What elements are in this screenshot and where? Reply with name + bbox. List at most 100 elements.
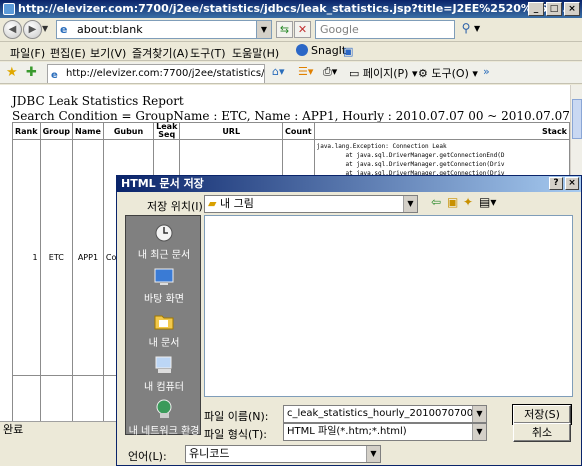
address-input[interactable]: e about:blank ▼ [56,20,272,39]
place-recent[interactable]: 내 최근 문서 [126,222,202,261]
my-documents-icon [154,315,174,330]
snagit-icon [296,44,308,56]
col-name: Name [72,122,104,140]
feeds-icon[interactable]: ☰▾ [298,65,313,78]
tools-menu[interactable]: ⚙ 도구(O) ▾ [418,65,478,81]
report-title: JDBC Leak Statistics Report [12,94,184,108]
print-icon[interactable]: ⎙▾ [323,65,337,79]
my-computer-icon [155,356,172,373]
back-arrow-icon[interactable]: ⇦ [431,195,441,209]
save-button[interactable]: 저장(S) [512,404,572,425]
favorites-star-icon[interactable]: ★ [6,65,18,80]
dialog-titlebar: HTML 문서 저장 ? × [117,176,581,192]
place-my-computer-label: 내 컴퓨터 [144,382,184,393]
filetype-label: 파일 형식(T): [204,428,267,441]
address-bar: ◀ ▶ ▼ e about:blank ▼ ⇆ ✕ Google ⚲ ▼ [0,18,582,42]
tab-current[interactable]: e http://elevizer.com:7700/j2ee/statisti… [47,64,265,83]
menu-bar: 파일(F) 편집(E) 보기(V) 즐겨찾기(A) 도구(T) 도움말(H) S… [0,43,582,61]
menu-help[interactable]: 도움말(H) [232,45,279,61]
filename-label: 파일 이름(N): [204,410,269,423]
col-stack: Stack [313,122,570,140]
minimize-button[interactable]: _ [528,2,544,16]
chevron-down-icon[interactable]: ▼ [366,446,380,462]
help-button[interactable]: ? [549,177,563,190]
network-icon [156,399,172,418]
recent-docs-icon [155,224,173,242]
chevron-down-icon[interactable]: ▼ [42,24,48,33]
place-network-label: 내 네트워크 환경 [128,426,200,437]
encoding-label: 언어(L): [128,450,167,463]
save-in-select[interactable]: ▰ 내 그림 ▼ [204,195,418,213]
home-icon[interactable]: ⌂▾ [272,65,285,78]
back-icon[interactable]: ◀ [3,20,22,39]
stop-icon[interactable]: ✕ [294,21,311,38]
cancel-button[interactable]: 취소 [513,423,571,442]
ie-icon [3,3,15,15]
save-dialog: HTML 문서 저장 ? × 저장 위치(I): ▰ 내 그림 ▼ ⇦ ▣ ✦ … [116,175,582,466]
report-condition: Search Condition = GroupName : ETC, Name… [12,109,570,123]
forward-icon[interactable]: ▶ [23,20,42,39]
refresh-icon[interactable]: ⇆ [276,21,293,38]
file-list[interactable] [204,215,573,397]
place-network[interactable]: 내 네트워크 환경 [126,398,202,437]
snagit-button[interactable]: SnagIt [296,44,346,57]
place-desktop-label: 바탕 화면 [144,294,184,305]
col-group: Group [39,122,74,140]
maximize-button[interactable]: □ [546,2,562,16]
table-header-row: Rank Group Name Gubun Leak Seq URL Count… [12,122,570,140]
place-my-documents-label: 내 문서 [148,338,180,349]
add-favorite-icon[interactable]: ✚ [26,65,37,80]
tools-menu-label: 도구(O) [431,67,469,80]
chevron-down-icon[interactable]: ▼ [403,196,417,212]
menu-favorites[interactable]: 즐겨찾기(A) [132,45,189,61]
scroll-thumb[interactable] [572,99,582,139]
place-my-computer[interactable]: 내 컴퓨터 [126,354,202,393]
place-my-documents[interactable]: 내 문서 [126,310,202,349]
desktop-icon [154,268,174,285]
filetype-select[interactable]: HTML 파일(*.htm;*.html) ▼ [283,423,487,441]
save-in-value: 내 그림 [219,197,254,210]
place-desktop[interactable]: 바탕 화면 [126,266,202,305]
ie-page-icon: e [51,70,58,81]
col-leak-seq: Leak Seq [153,122,181,140]
col-count: Count [282,122,315,140]
menu-file[interactable]: 파일(F) [10,45,45,61]
cell-name: APP1 [72,139,104,376]
filename-value: c_leak_statistics_hourly_2010070700~2010… [287,408,486,419]
save-in-label: 저장 위치(I): [147,200,207,213]
chevron-down-icon[interactable]: ▼ [472,424,486,440]
search-input[interactable]: Google [315,20,455,39]
status-text: 완료 [3,423,24,436]
cell-group: ETC [39,139,74,376]
snagit-capture-icon[interactable]: ▣ [343,45,353,58]
chevron-down-icon[interactable]: ▼ [472,406,486,422]
menu-view[interactable]: 보기(V) [90,45,126,61]
cell-rank: 1 [12,139,41,376]
dialog-close-button[interactable]: × [565,177,579,190]
search-icon[interactable]: ⚲ [458,21,474,38]
search-placeholder: Google [320,23,359,36]
filename-input[interactable]: c_leak_statistics_hourly_2010070700~2010… [283,405,487,423]
browser-title: http://elevizer.com:7700/j2ee/statistics… [18,2,575,15]
menu-tools[interactable]: 도구(T) [190,45,226,61]
new-folder-icon[interactable]: ✦ [463,195,473,209]
encoding-select[interactable]: 유니코드 ▼ [185,445,381,463]
place-recent-label: 내 최근 문서 [137,250,191,261]
encoding-value: 유니코드 [189,447,230,460]
tab-title: http://elevizer.com:7700/j2ee/statistics… [66,68,265,79]
address-dropdown-icon[interactable]: ▼ [256,21,271,38]
favorites-bar: ★ ✚ e http://elevizer.com:7700/j2ee/stat… [0,62,582,84]
up-folder-icon[interactable]: ▣ [447,195,458,209]
search-dropdown-icon[interactable]: ▼ [474,24,480,33]
menu-edit[interactable]: 편집(E) [50,45,86,61]
more-chevron-icon[interactable]: » [483,65,490,78]
view-menu-icon[interactable]: ▤▾ [479,195,496,209]
gear-icon: ⚙ [418,67,428,80]
close-button[interactable]: × [564,2,580,16]
col-rank: Rank [12,122,41,140]
filetype-value: HTML 파일(*.htm;*.html) [287,426,407,437]
folder-icon: ▰ [208,197,217,210]
col-gubun: Gubun [102,122,155,140]
page-menu[interactable]: ▭ 페이지(P) ▾ [349,65,418,81]
address-value: about:blank [77,23,143,36]
